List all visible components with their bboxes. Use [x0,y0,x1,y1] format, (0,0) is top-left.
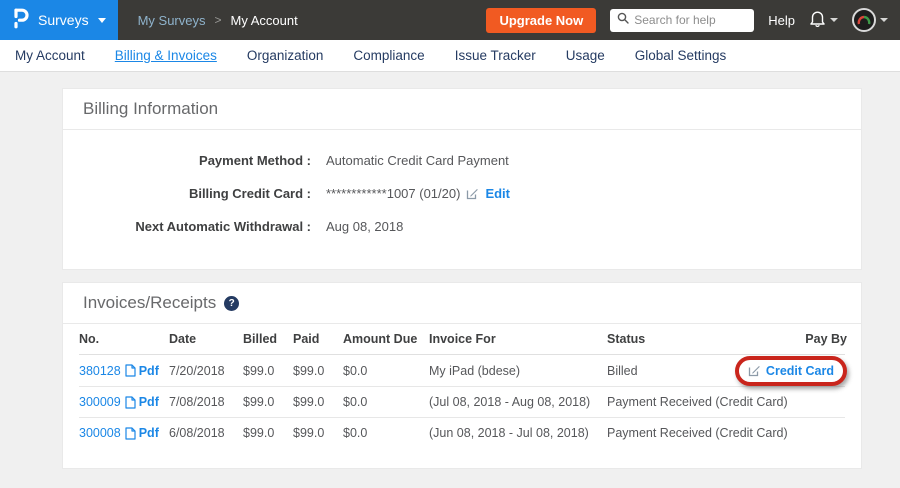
invoices-receipts-card: Invoices/Receipts ? No. Date Billed Paid… [62,282,862,469]
invoice-row-380128: 380128 Pdf 7/20/2018 $99.0 $99.0 $0.0 My… [79,355,845,386]
account-menu[interactable] [852,8,888,32]
pay-by-credit-card-highlight[interactable]: Credit Card [735,356,847,386]
billing-card-header: Billing Information [63,89,861,130]
tab-organization[interactable]: Organization [232,40,339,72]
col-status: Status [607,332,797,346]
edit-pencil-icon [466,187,479,200]
pdf-label: Pdf [139,364,159,378]
invoice-no-cell: 300009 Pdf [79,395,169,409]
tab-usage[interactable]: Usage [551,40,620,72]
invoice-date: 6/08/2018 [169,426,243,440]
pay-by-cell: Credit Card [735,356,847,386]
search-input[interactable] [634,13,744,27]
payment-method-value: Automatic Credit Card Payment [326,153,509,168]
account-nav-tabs: My Account Billing & Invoices Organizati… [0,40,900,72]
tab-my-account[interactable]: My Account [0,40,100,72]
invoices-card-header: Invoices/Receipts ? [63,283,861,324]
invoices-table-header: No. Date Billed Paid Amount Due Invoice … [79,324,845,355]
pay-by-credit-card-link[interactable]: Credit Card [766,364,834,378]
help-link[interactable]: Help [768,13,795,28]
invoice-paid: $99.0 [293,426,343,440]
pdf-label: Pdf [139,426,159,440]
invoice-status: Payment Received (Credit Card) [607,426,797,440]
invoice-for: (Jun 08, 2018 - Jul 08, 2018) [429,426,607,440]
masked-card-number: ************1007 (01/20) [326,186,460,201]
notifications-menu[interactable] [809,9,838,32]
chevron-down-icon [830,18,838,22]
questionpro-logo-icon [12,7,29,34]
next-withdrawal-row: Next Automatic Withdrawal : Aug 08, 2018 [63,210,861,243]
billing-credit-card-value: ************1007 (01/20) Edit [326,186,510,201]
invoice-number-link[interactable]: 300008 [79,426,121,440]
tab-issue-tracker[interactable]: Issue Tracker [440,40,551,72]
invoice-billed: $99.0 [243,364,293,378]
question-mark-badge-icon[interactable]: ? [224,296,239,311]
col-no: No. [79,332,169,346]
product-name: Surveys [38,12,89,28]
billing-card-body: Payment Method : Automatic Credit Card P… [63,130,861,269]
top-bar: Surveys My Surveys > My Account Upgrade … [0,0,900,40]
billing-information-card: Billing Information Payment Method : Aut… [62,88,862,270]
col-paid: Paid [293,332,343,346]
invoice-paid: $99.0 [293,395,343,409]
col-amount-due: Amount Due [343,332,429,346]
upgrade-now-button[interactable]: Upgrade Now [486,8,596,33]
invoice-number-link[interactable]: 380128 [79,364,121,378]
pdf-link[interactable]: Pdf [125,426,159,440]
tab-global-settings[interactable]: Global Settings [620,40,742,72]
breadcrumb-my-account: My Account [231,13,298,28]
tab-compliance[interactable]: Compliance [338,40,439,72]
invoice-for: (Jul 08, 2018 - Aug 08, 2018) [429,395,607,409]
billing-credit-card-row: Billing Credit Card : ************1007 (… [63,177,861,210]
col-billed: Billed [243,332,293,346]
col-pay-by: Pay By [805,332,847,346]
chevron-down-icon [98,18,106,23]
invoice-date: 7/20/2018 [169,364,243,378]
invoice-date: 7/08/2018 [169,395,243,409]
payment-method-row: Payment Method : Automatic Credit Card P… [63,144,861,177]
col-invoice-for: Invoice For [429,332,607,346]
invoice-row-300008: 300008 Pdf 6/08/2018 $99.0 $99.0 $0.0 (J… [79,417,845,448]
invoice-for: My iPad (bdese) [429,364,607,378]
invoice-billed: $99.0 [243,426,293,440]
invoice-number-link[interactable]: 300009 [79,395,121,409]
product-switcher[interactable]: Surveys [0,0,118,40]
invoices-table: No. Date Billed Paid Amount Due Invoice … [63,324,861,468]
invoice-no-cell: 300008 Pdf [79,426,169,440]
invoice-amount-due: $0.0 [343,395,429,409]
next-withdrawal-value: Aug 08, 2018 [326,219,403,234]
next-withdrawal-label: Next Automatic Withdrawal : [63,219,311,234]
topbar-actions: Upgrade Now Help [486,8,900,33]
billing-credit-card-label: Billing Credit Card : [63,186,311,201]
invoice-amount-due: $0.0 [343,426,429,440]
invoice-paid: $99.0 [293,364,343,378]
col-date: Date [169,332,243,346]
breadcrumb-my-surveys[interactable]: My Surveys [138,13,206,28]
invoice-row-300009: 300009 Pdf 7/08/2018 $99.0 $99.0 $0.0 (J… [79,386,845,417]
invoice-amount-due: $0.0 [343,364,429,378]
pdf-document-icon [125,364,136,377]
invoice-no-cell: 380128 Pdf [79,364,169,378]
pdf-label: Pdf [139,395,159,409]
tab-billing-invoices[interactable]: Billing & Invoices [100,40,232,72]
invoice-status: Payment Received (Credit Card) [607,395,797,409]
pdf-document-icon [125,396,136,409]
magnifier-icon [617,11,629,29]
pdf-link[interactable]: Pdf [125,364,159,378]
edit-pencil-icon [748,364,761,377]
invoice-billed: $99.0 [243,395,293,409]
bell-icon [809,9,826,32]
invoices-card-title: Invoices/Receipts [83,293,216,313]
payment-method-label: Payment Method : [63,153,311,168]
avatar [852,8,876,32]
chevron-down-icon [880,18,888,22]
pdf-link[interactable]: Pdf [125,395,159,409]
pdf-document-icon [125,427,136,440]
billing-card-title: Billing Information [83,99,218,119]
help-search[interactable] [610,9,754,32]
breadcrumb: My Surveys > My Account [138,13,298,28]
edit-card-link[interactable]: Edit [485,186,510,201]
breadcrumb-separator-icon: > [214,13,221,27]
